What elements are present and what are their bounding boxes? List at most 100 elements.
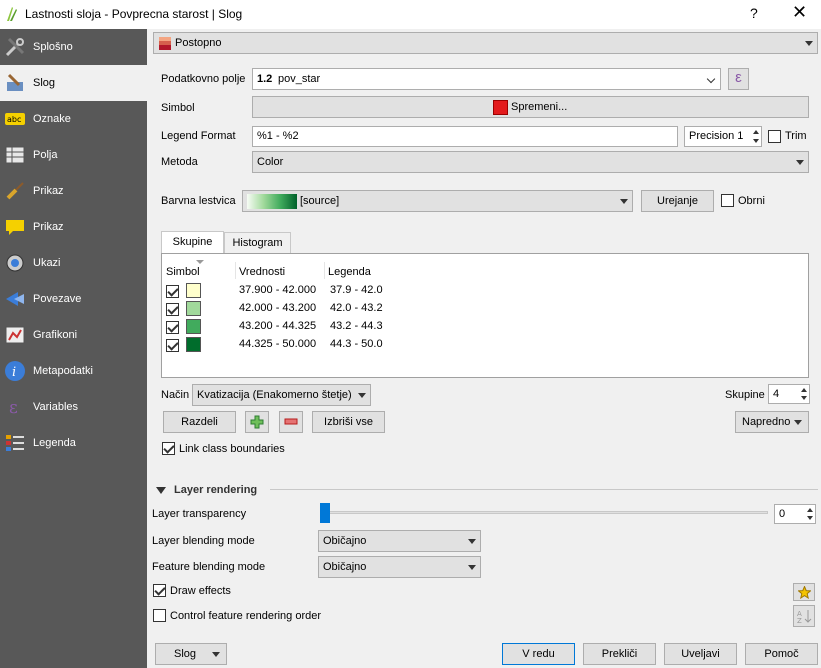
class-visible-checkbox[interactable] [166,303,179,316]
classes-table[interactable]: Simbol Vrednosti Legenda 37.900 - 42.000… [161,253,809,378]
sidebar-item-style[interactable]: Slog [0,65,147,101]
feature-blending-label: Feature blending mode [152,561,266,573]
class-count-spinbox[interactable]: 4 [768,384,810,404]
sidebar-item-display-tips[interactable]: Prikaz [0,209,147,245]
chevron-down-icon [620,199,628,204]
paintbrush-icon [7,73,23,91]
remove-class-button[interactable] [279,411,303,433]
svg-text:ε: ε [9,398,18,418]
ok-button[interactable]: V redu [502,643,575,665]
table-icon [5,146,25,164]
minus-icon [284,418,298,425]
column-label: Podatkovno polje [161,73,246,85]
sidebar-item-joins[interactable]: Povezave [0,281,147,317]
class-color-swatch[interactable] [186,319,201,334]
close-icon[interactable]: ✕ [792,2,807,23]
invert-ramp-label: Obrni [738,195,765,207]
change-symbol-label: Spremeni... [511,101,568,113]
column-header-values[interactable]: Vrednosti [239,266,285,278]
sidebar-item-display[interactable]: Prikaz [0,173,147,209]
chevron-down-icon [468,565,476,570]
table-row[interactable]: 44.325 - 50.000 44.3 - 50.0 [162,336,808,354]
sidebar-item-metadata[interactable]: i Metapodatki [0,353,147,389]
transparency-spinbox[interactable]: 0 [774,504,816,524]
change-symbol-button[interactable]: Spremeni... [252,96,809,118]
advanced-menu-button[interactable]: Napredno [735,411,809,433]
tab-classes[interactable]: Skupine [161,231,224,253]
method-select[interactable]: Color [252,151,809,173]
class-visible-checkbox[interactable] [166,339,179,352]
class-visible-checkbox[interactable] [166,285,179,298]
column-value: pov_star [278,73,321,85]
svg-text:Z: Z [797,617,802,624]
layer-blending-label: Layer blending mode [152,535,255,547]
class-visible-checkbox[interactable] [166,321,179,334]
spin-down-icon[interactable] [801,396,807,400]
delete-all-button[interactable]: Izbriši vse [312,411,385,433]
feature-blending-select[interactable]: Običajno [318,556,481,578]
wrench-icon [5,37,25,57]
spin-up-icon[interactable] [801,388,807,392]
sidebar-item-fields[interactable]: Polja [0,137,147,173]
chevron-down-icon [805,41,813,46]
transparency-label: Layer transparency [152,508,247,520]
sidebar-item-actions[interactable]: Ukazi [0,245,147,281]
sidebar-item-legend[interactable]: Legenda [0,425,147,461]
table-row[interactable]: 42.000 - 43.200 42.0 - 43.2 [162,300,808,318]
legend-format-input[interactable]: %1 - %2 [252,126,678,147]
help-button[interactable]: Pomoč [745,643,818,665]
column-select[interactable]: 1.2 pov_star [252,68,721,90]
expression-button[interactable]: ε [728,68,749,90]
spin-down-icon[interactable] [807,516,813,520]
chevron-down-icon [212,652,220,657]
sort-indicator-icon [196,260,204,264]
link-class-boundaries-checkbox[interactable] [162,442,175,455]
draw-effects-checkbox[interactable] [153,584,166,597]
layer-rendering-heading[interactable]: Layer rendering [174,484,257,496]
abc-label-icon: abc [5,113,25,125]
sidebar-item-labels[interactable]: abc Oznake [0,101,147,137]
class-color-swatch[interactable] [186,301,201,316]
transparency-slider[interactable] [320,503,768,523]
column-header-symbol[interactable]: Simbol [166,266,200,278]
method-label: Metoda [161,156,198,168]
edit-ramp-button[interactable]: Urejanje [641,190,714,212]
transparency-slider-handle[interactable] [320,503,330,523]
sidebar-item-general[interactable]: Splošno [0,29,147,65]
spin-up-icon[interactable] [807,508,813,512]
layer-blending-select[interactable]: Običajno [318,530,481,552]
renderer-select[interactable]: Postopno [153,32,818,54]
table-row[interactable]: 37.900 - 42.000 37.9 - 42.0 [162,282,808,300]
trim-label: Trim [785,130,807,142]
renderer-value: Postopno [175,37,222,49]
spin-up-icon[interactable] [753,130,759,134]
mode-select[interactable]: Kvatizacija (Enakomerno štetje) [192,384,371,406]
control-order-checkbox[interactable] [153,609,166,622]
svg-text:i: i [12,365,16,380]
precision-spinbox[interactable]: Precision 1 [684,126,762,147]
style-menu-button[interactable]: Slog [155,643,227,665]
collapse-chevron-icon[interactable] [156,487,166,494]
plus-icon [250,415,264,429]
sort-order-button[interactable]: A Z [793,605,815,627]
invert-ramp-checkbox[interactable] [721,194,734,207]
epsilon-icon: ε [9,398,18,418]
star-icon [798,586,811,599]
symbol-color-swatch [493,100,508,115]
classify-button[interactable]: Razdeli [163,411,236,433]
class-color-swatch[interactable] [186,337,201,352]
class-color-swatch[interactable] [186,283,201,298]
effects-settings-button[interactable] [793,583,815,601]
sidebar-item-variables[interactable]: ε Variables [0,389,147,425]
color-ramp-select[interactable]: [source] [242,190,633,212]
trim-checkbox[interactable] [768,130,781,143]
spin-down-icon[interactable] [753,139,759,143]
add-class-button[interactable] [245,411,269,433]
tab-histogram[interactable]: Histogram [224,232,291,253]
sidebar-item-diagrams[interactable]: Grafikoni [0,317,147,353]
table-row[interactable]: 43.200 - 44.325 43.2 - 44.3 [162,318,808,336]
cancel-button[interactable]: Prekliči [583,643,656,665]
apply-button[interactable]: Uveljavi [664,643,737,665]
help-icon[interactable]: ? [750,5,758,21]
column-header-legend[interactable]: Legenda [328,266,371,278]
